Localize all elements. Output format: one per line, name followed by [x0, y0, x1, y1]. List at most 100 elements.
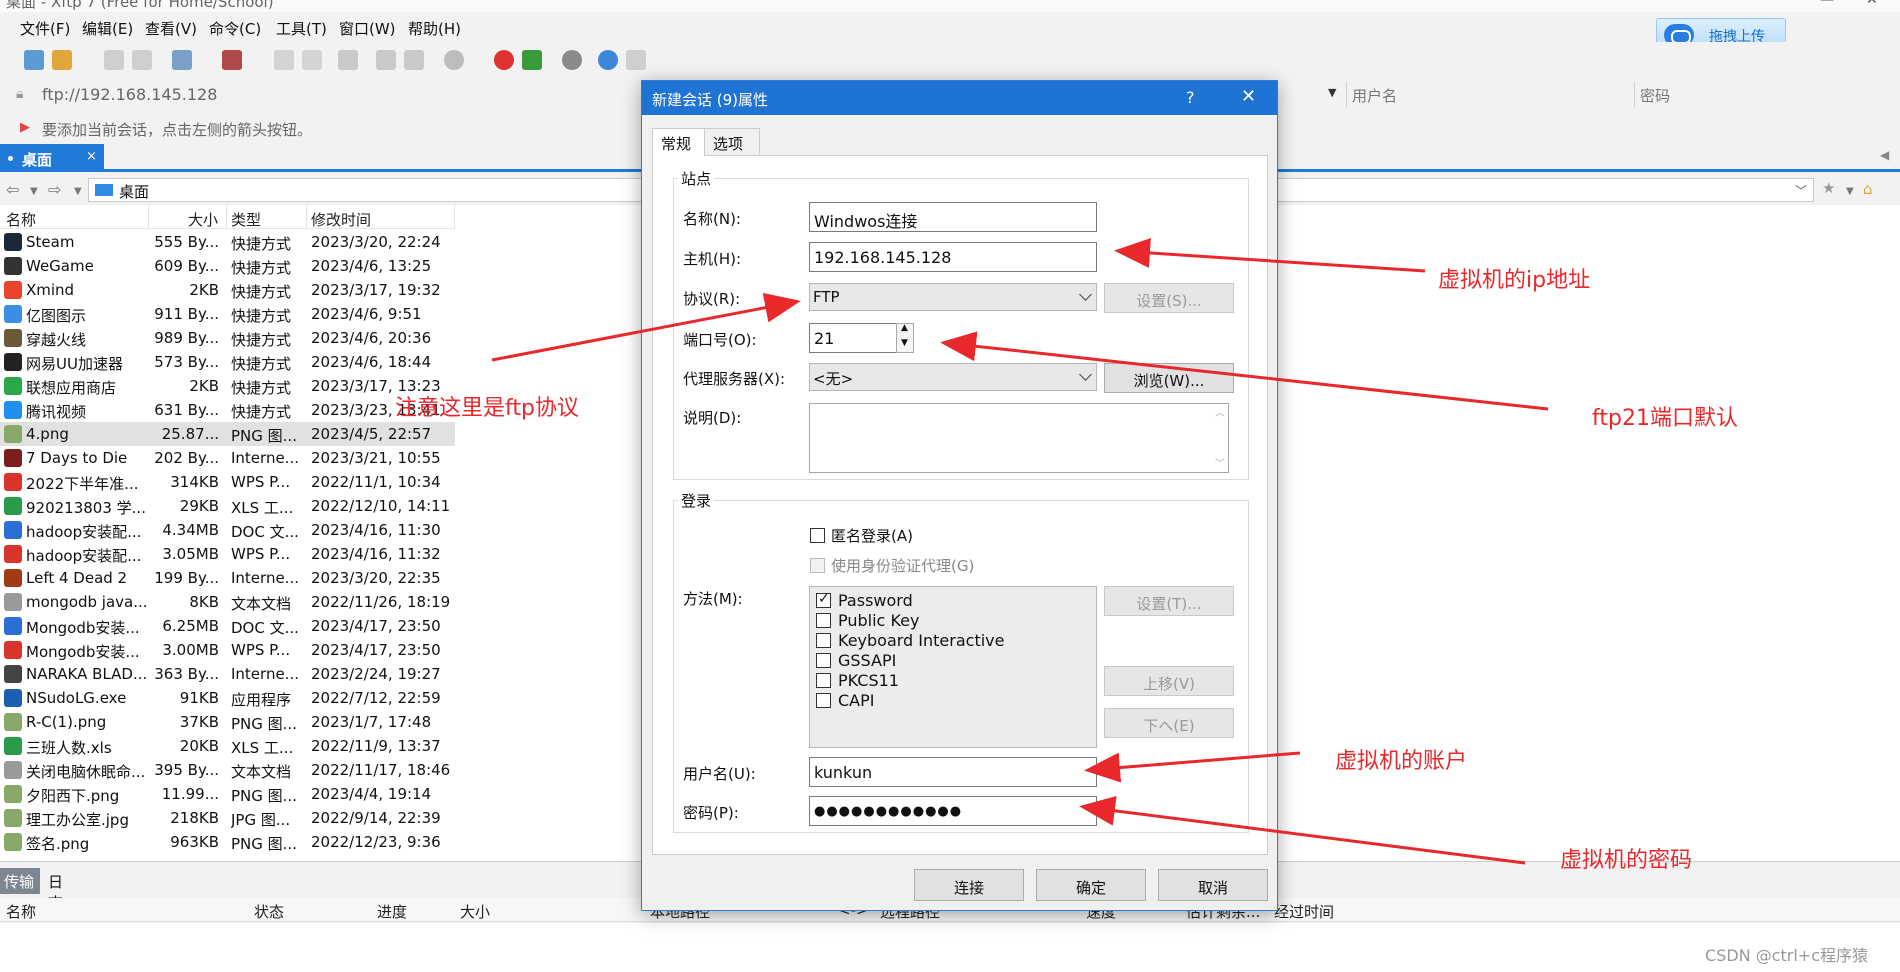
- tab-general[interactable]: 常规: [652, 128, 705, 156]
- address-input[interactable]: ftp://192.168.145.128: [42, 85, 217, 104]
- auth-method-checkbox[interactable]: [816, 591, 831, 608]
- settings-icon[interactable]: [562, 50, 582, 70]
- find-icon[interactable]: [404, 50, 424, 70]
- auth-method-checkbox[interactable]: [816, 693, 831, 708]
- file-row[interactable]: 亿图图示 911 By... 快捷方式 2023/4/6, 9:51: [0, 302, 455, 326]
- protocol-settings-button[interactable]: 设置(S)...: [1104, 283, 1234, 313]
- favorite-icon[interactable]: ★: [1822, 179, 1835, 197]
- port-stepper[interactable]: ▲ ▼: [896, 323, 914, 353]
- transfer-col-elapsed[interactable]: 经过时间: [1274, 901, 1334, 922]
- chat-icon[interactable]: [626, 50, 646, 70]
- file-row[interactable]: 920213803 学... 29KB XLS 工... 2022/12/10, 14…: [0, 494, 455, 518]
- ok-button[interactable]: 确定: [1036, 869, 1146, 901]
- tab-options[interactable]: 选项: [704, 128, 760, 154]
- open-folder-icon[interactable]: [52, 50, 72, 70]
- scroll-left-icon[interactable]: ◀: [1880, 148, 1889, 162]
- new-session-icon[interactable]: [24, 50, 44, 70]
- help-icon[interactable]: ?: [1186, 88, 1195, 107]
- file-row[interactable]: hadoop安装配... 4.34MB DOC 文... 2023/4/16, 11:…: [0, 518, 455, 542]
- transfer-col-status[interactable]: 状态: [254, 901, 284, 922]
- file-row[interactable]: Mongodb安装... 6.25MB DOC 文... 2023/4/17, 23:…: [0, 614, 455, 638]
- menu-help[interactable]: 帮助(H): [408, 18, 461, 39]
- cancel-button[interactable]: 取消: [1158, 869, 1268, 901]
- xftp-icon[interactable]: [522, 50, 542, 70]
- auth-method-checkbox[interactable]: [816, 613, 831, 628]
- password-input[interactable]: 密码: [1640, 85, 1670, 106]
- file-row[interactable]: 理工办公室.jpg 218KB JPG 图... 2022/9/14, 22:39: [0, 806, 455, 830]
- column-size[interactable]: 大小: [188, 209, 218, 230]
- print-icon[interactable]: [376, 50, 396, 70]
- globe-icon[interactable]: [444, 50, 464, 70]
- file-row[interactable]: 联想应用商店 2KB 快捷方式 2023/3/17, 13:23: [0, 374, 455, 398]
- file-row[interactable]: WeGame 609 By... 快捷方式 2023/4/6, 13:25: [0, 254, 455, 278]
- protocol-select[interactable]: FTP: [809, 283, 1097, 311]
- file-row[interactable]: Mongodb安装... 3.00MB WPS P... 2023/4/17, 23:…: [0, 638, 455, 662]
- password-input[interactable]: ●●●●●●●●●●●●: [809, 796, 1097, 826]
- column-type[interactable]: 类型: [231, 209, 261, 230]
- transfer-icon[interactable]: [222, 50, 242, 70]
- file-row[interactable]: 4.png 25.87... PNG 图... 2023/4/5, 22:57: [0, 422, 455, 446]
- anonymous-checkbox[interactable]: [810, 528, 825, 543]
- sync-icon[interactable]: [338, 50, 358, 70]
- menu-tools[interactable]: 工具(T): [276, 18, 327, 39]
- paste-icon[interactable]: [302, 50, 322, 70]
- file-row[interactable]: 腾讯视频 631 By... 快捷方式 2023/3/23, 13:41: [0, 398, 455, 422]
- menu-view[interactable]: 查看(V): [145, 18, 197, 39]
- tab-transfer[interactable]: 传输: [0, 868, 40, 894]
- username-input[interactable]: kunkun: [809, 757, 1097, 787]
- help-icon[interactable]: [598, 50, 618, 70]
- stepper-down-icon[interactable]: ▼: [901, 338, 908, 348]
- transfer-col-size[interactable]: 大小: [460, 901, 490, 922]
- file-row[interactable]: NSudoLG.exe 91KB 应用程序 2022/7/12, 22:59: [0, 686, 455, 710]
- port-input[interactable]: 21: [809, 323, 897, 353]
- disconnect-icon[interactable]: [132, 50, 152, 70]
- address-dropdown-icon[interactable]: ▼: [1328, 86, 1336, 99]
- column-modified[interactable]: 修改时间: [311, 209, 371, 230]
- file-row[interactable]: mongodb java... 8KB 文本文档 2022/11/26, 18:19: [0, 590, 455, 614]
- file-row[interactable]: Left 4 Dead 2 199 By... Interne... 2023/3/2…: [0, 566, 455, 590]
- menu-window[interactable]: 窗口(W): [339, 18, 396, 39]
- file-row[interactable]: hadoop安装配... 3.05MB WPS P... 2023/4/16, 11:…: [0, 542, 455, 566]
- home-icon[interactable]: ⌂: [1863, 180, 1873, 198]
- forward-icon[interactable]: ⇨: [48, 180, 61, 199]
- file-row[interactable]: R-C(1).png 37KB PNG 图... 2023/1/7, 17:48: [0, 710, 455, 734]
- transfer-col-name[interactable]: 名称: [6, 901, 36, 922]
- proxy-browse-button[interactable]: 浏览(W)...: [1104, 363, 1234, 393]
- username-input[interactable]: 用户名: [1352, 85, 1397, 106]
- proxy-select[interactable]: <无>: [809, 363, 1097, 391]
- file-row[interactable]: 2022下半年准... 314KB WPS P... 2022/11/1, 10:34: [0, 470, 455, 494]
- file-row[interactable]: 网易UU加速器 573 By... 快捷方式 2023/4/6, 18:44: [0, 350, 455, 374]
- minimize-icon[interactable]: —: [1820, 0, 1834, 8]
- transfer-col-progress[interactable]: 进度: [377, 901, 407, 922]
- back-dropdown-icon[interactable]: ▼: [30, 186, 38, 197]
- file-row[interactable]: NARAKA BLAD... 363 By... Interne... 2023/2/…: [0, 662, 455, 686]
- stepper-up-icon[interactable]: ▲: [901, 323, 908, 333]
- session-manager-icon[interactable]: [172, 50, 192, 70]
- file-row[interactable]: 签名.png 963KB PNG 图... 2022/12/23, 9:36: [0, 830, 455, 854]
- move-down-button[interactable]: 下へ(E): [1104, 708, 1234, 738]
- auth-agent-checkbox[interactable]: [810, 558, 825, 573]
- tab-close-icon[interactable]: ×: [86, 149, 97, 164]
- move-up-button[interactable]: 上移(V): [1104, 666, 1234, 696]
- close-window-icon[interactable]: ✕: [1866, 0, 1878, 8]
- method-settings-button[interactable]: 设置(T)...: [1104, 586, 1234, 616]
- file-row[interactable]: Steam 555 By... 快捷方式 2023/3/20, 22:24: [0, 230, 455, 254]
- xshell-icon[interactable]: [494, 50, 514, 70]
- description-input[interactable]: [809, 403, 1229, 473]
- favorite-dropdown-icon[interactable]: ▼: [1846, 186, 1854, 197]
- file-row[interactable]: 穿越火线 989 By... 快捷方式 2023/4/6, 20:36: [0, 326, 455, 350]
- connect-icon[interactable]: [104, 50, 124, 70]
- file-row[interactable]: 7 Days to Die 202 By... Interne... 2023/3/2…: [0, 446, 455, 470]
- file-row[interactable]: Xmind 2KB 快捷方式 2023/3/17, 19:32: [0, 278, 455, 302]
- host-input[interactable]: 192.168.145.128: [809, 242, 1097, 272]
- dialog-close-icon[interactable]: ✕: [1241, 86, 1256, 107]
- file-row[interactable]: 关闭电脑休眠命... 395 By... 文本文档 2022/11/17, 18:46: [0, 758, 455, 782]
- name-input[interactable]: Windwos连接: [809, 202, 1097, 232]
- auth-method-checkbox[interactable]: [816, 633, 831, 648]
- forward-dropdown-icon[interactable]: ▼: [74, 186, 82, 197]
- tab-desktop[interactable]: 桌面 ×: [0, 144, 104, 172]
- column-name[interactable]: 名称: [6, 209, 36, 230]
- menu-file[interactable]: 文件(F): [20, 18, 70, 39]
- connect-button[interactable]: 连接: [914, 869, 1024, 901]
- menu-edit[interactable]: 编辑(E): [82, 18, 133, 39]
